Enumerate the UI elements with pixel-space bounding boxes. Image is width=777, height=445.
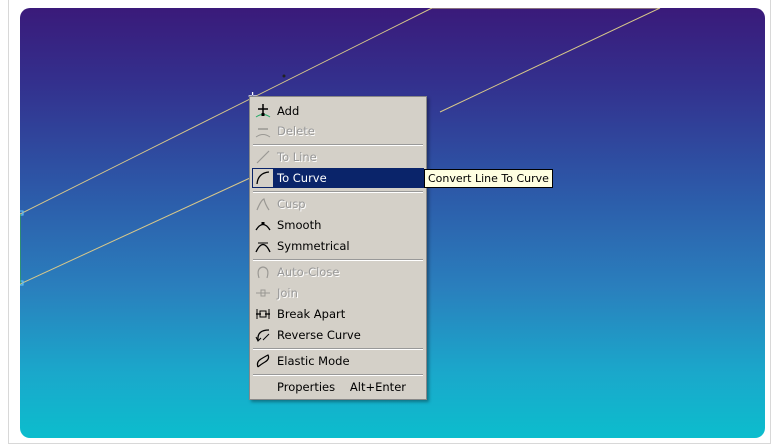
- menu-item-label: Join: [277, 286, 298, 300]
- menu-item-to-curve[interactable]: To Curve: [252, 168, 424, 188]
- menu-item-cusp[interactable]: Cusp: [252, 194, 424, 214]
- symmetrical-icon: [252, 236, 274, 256]
- cusp-icon: [252, 194, 274, 214]
- menu-item-break-apart[interactable]: Break Apart: [252, 304, 424, 324]
- menu-item-smooth[interactable]: Smooth: [252, 215, 424, 235]
- menu-item-to-line[interactable]: To Line: [252, 147, 424, 167]
- elastic-mode-icon: [252, 351, 274, 371]
- menu-item-label: Reverse Curve: [277, 328, 361, 342]
- menu-item-label: Delete: [277, 124, 315, 138]
- menu-item-symmetrical[interactable]: Symmetrical: [252, 236, 424, 256]
- right-guide-line: [439, 8, 661, 113]
- menu-separator: [253, 144, 423, 146]
- menu-separator: [253, 191, 423, 193]
- break-apart-icon: [252, 304, 274, 324]
- menu-item-label: Properties: [277, 380, 336, 394]
- menu-item-label: Smooth: [277, 218, 322, 232]
- menu-item-label: Elastic Mode: [277, 354, 350, 368]
- menu-item-label: Auto-Close: [277, 265, 340, 279]
- to-curve-icon: [252, 168, 274, 188]
- lower-guide-line[interactable]: [20, 177, 251, 285]
- properties-icon-spacer: [252, 377, 274, 397]
- join-icon: [252, 283, 274, 303]
- auto-close-icon: [252, 262, 274, 282]
- menu-item-label: To Curve: [277, 171, 327, 185]
- menu-item-delete[interactable]: Delete: [252, 121, 424, 141]
- menu-item-shortcut: Alt+Enter: [349, 380, 406, 394]
- menu-separator: [253, 259, 423, 261]
- menu-item-auto-close[interactable]: Auto-Close: [252, 262, 424, 282]
- menu-item-label: Symmetrical: [277, 239, 350, 253]
- menu-item-properties[interactable]: Properties Alt+Enter: [252, 377, 424, 397]
- menu-item-join[interactable]: Join: [252, 283, 424, 303]
- menu-item-elastic-mode[interactable]: Elastic Mode: [252, 351, 424, 371]
- menu-item-label: Add: [277, 104, 300, 118]
- menu-separator: [253, 348, 423, 350]
- menu-separator: [253, 374, 423, 376]
- menu-item-reverse-curve[interactable]: Reverse Curve: [252, 325, 424, 345]
- smooth-icon: [252, 215, 274, 235]
- menu-item-label: Break Apart: [277, 307, 346, 321]
- delete-node-icon: [252, 121, 274, 141]
- menu-item-label: To Line: [277, 150, 317, 164]
- menu-item-label: Cusp: [277, 197, 306, 211]
- reverse-curve-icon: [252, 325, 274, 345]
- context-menu: Add Delete To Line To Curve Cusp Smooth: [249, 96, 427, 400]
- tooltip: Convert Line To Curve: [424, 169, 553, 188]
- node-point[interactable]: [282, 74, 286, 78]
- menu-item-add[interactable]: Add: [252, 101, 424, 121]
- add-node-icon: [252, 101, 274, 121]
- to-line-icon: [252, 147, 274, 167]
